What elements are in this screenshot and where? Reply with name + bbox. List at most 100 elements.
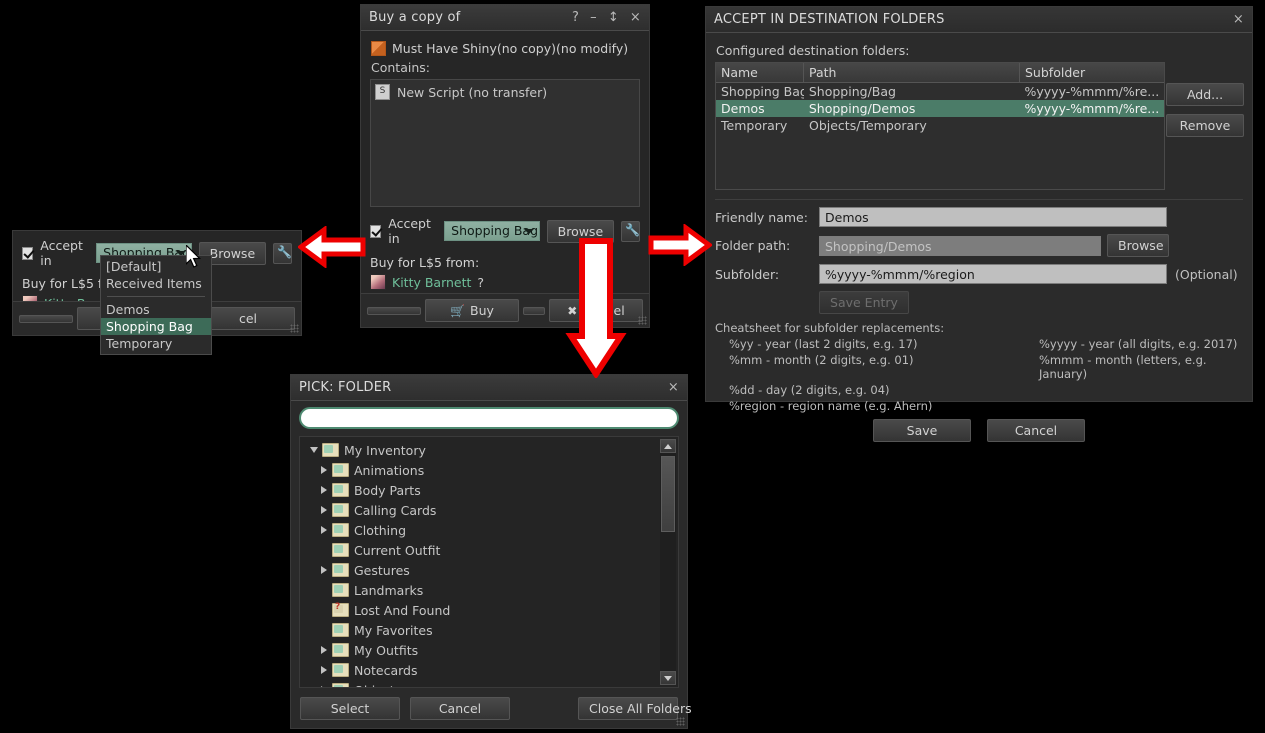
- save-entry-button[interactable]: Save Entry: [819, 291, 909, 314]
- subfolder-field[interactable]: %yyyy-%mmm/%region: [819, 264, 1167, 284]
- contains-label: Contains:: [371, 60, 430, 75]
- close-icon[interactable]: ×: [1233, 13, 1244, 26]
- tree-item-label: Lost And Found: [354, 602, 451, 618]
- table-header: Name Path Subfolder: [716, 63, 1164, 83]
- cancel-button[interactable]: cel: [201, 307, 295, 330]
- expander-right-icon[interactable]: [316, 466, 332, 474]
- cell-subfolder: %yyyy-%mmm/%re...: [1024, 101, 1160, 116]
- scroll-thumb[interactable]: [661, 456, 675, 532]
- cell-path: Shopping/Demos: [808, 101, 916, 116]
- tree-item-my-inventory[interactable]: My Inventory: [304, 440, 678, 460]
- tree-item-label: Calling Cards: [354, 502, 437, 518]
- arrow-down-annotation: [563, 236, 629, 382]
- dropdown-item-shopping-bag[interactable]: Shopping Bag: [101, 318, 211, 335]
- contents-list[interactable]: S New Script (no transfer): [370, 79, 640, 207]
- tree-item-label: Animations: [354, 462, 425, 478]
- save-button[interactable]: Save: [873, 419, 971, 442]
- accept-in-checkbox[interactable]: [370, 224, 382, 238]
- minimize-icon[interactable]: –: [590, 11, 597, 24]
- dropdown-item-demos[interactable]: Demos: [101, 301, 211, 318]
- cheatsheet: Cheatsheet for subfolder replacements: %…: [715, 321, 1243, 413]
- destination-folder-combo[interactable]: Shopping Bag: [444, 221, 540, 241]
- tree-item-current-outfit[interactable]: Current Outfit: [304, 540, 678, 560]
- search-input[interactable]: [299, 407, 679, 429]
- expander-right-icon[interactable]: [316, 666, 332, 674]
- search-row: [291, 401, 687, 433]
- dest-panel-titlebar[interactable]: ACCEPT IN DESTINATION FOLDERS ×: [706, 7, 1252, 33]
- object-row: Must Have Shiny(no copy)(no modify): [371, 41, 640, 56]
- cheatsheet-item: %mmm - month (letters, e.g. January): [1039, 353, 1207, 381]
- tree-item-calling-cards[interactable]: Calling Cards: [304, 500, 678, 520]
- list-item[interactable]: S New Script (no transfer): [375, 84, 635, 100]
- close-all-folders-button[interactable]: Close All Folders: [578, 697, 692, 720]
- expander-right-icon[interactable]: [316, 566, 332, 574]
- expander-right-icon[interactable]: [316, 526, 332, 534]
- folder-path-field[interactable]: Shopping/Demos: [819, 235, 1101, 256]
- destination-folders-table[interactable]: Name Path Subfolder Shopping Bag Shoppin…: [715, 62, 1165, 190]
- remove-button[interactable]: Remove: [1166, 114, 1244, 137]
- folder-icon: [332, 503, 349, 517]
- cancel-button[interactable]: Cancel: [987, 419, 1085, 442]
- triangle-down-icon: [664, 675, 672, 681]
- cell-name: Temporary: [721, 118, 788, 133]
- divider: [715, 199, 1243, 200]
- object-box-icon: [371, 41, 386, 56]
- scroll-up-button[interactable]: [660, 439, 676, 453]
- table-row[interactable]: Temporary Objects/Temporary: [716, 117, 1164, 134]
- inventory-tree[interactable]: My Inventory Animations Body Parts Calli…: [299, 436, 679, 688]
- tree-item-my-favorites[interactable]: My Favorites: [304, 620, 678, 640]
- close-icon[interactable]: ×: [668, 381, 679, 394]
- expander-right-icon[interactable]: [316, 506, 332, 514]
- tree-item-label: Landmarks: [354, 582, 424, 598]
- help-icon[interactable]: ?: [572, 11, 579, 24]
- resize-grip[interactable]: [638, 316, 647, 325]
- tree-item-landmarks[interactable]: Landmarks: [304, 580, 678, 600]
- buy-dialog-titlebar[interactable]: Buy a copy of ? – ↕ ×: [361, 5, 649, 31]
- subfolder-label: Subfolder:: [715, 266, 780, 282]
- resize-grip[interactable]: [676, 717, 685, 726]
- dropdown-separator: [107, 296, 205, 297]
- avatar: [370, 274, 386, 290]
- cheatsheet-grid: %yy - year (last 2 digits, e.g. 17) %yyy…: [715, 337, 1243, 413]
- screen: Buy a copy of ? – ↕ × Must Have Shiny(no…: [0, 0, 1265, 733]
- tree-item-animations[interactable]: Animations: [304, 460, 678, 480]
- expander-right-icon[interactable]: [316, 486, 332, 494]
- pick-folder-title: PICK: FOLDER: [299, 380, 392, 395]
- wrench-icon[interactable]: [273, 242, 292, 264]
- column-header-subfolder[interactable]: Subfolder: [1020, 63, 1164, 82]
- scroll-down-button[interactable]: [660, 671, 676, 685]
- chevron-down-icon: [523, 229, 534, 234]
- resize-grip[interactable]: [290, 324, 299, 333]
- cell-name: Shopping Bag: [721, 84, 804, 99]
- cheatsheet-item: %yy - year (last 2 digits, e.g. 17): [729, 337, 918, 351]
- tree-item-lost-and-found[interactable]: Lost And Found: [304, 600, 678, 620]
- dropdown-item-received-items[interactable]: Received Items: [101, 275, 211, 292]
- tree-item-notecards[interactable]: Notecards: [304, 660, 678, 680]
- close-icon[interactable]: ×: [630, 11, 641, 24]
- folder-path-row: Folder path: Shopping/Demos Browse: [715, 234, 1243, 257]
- column-header-path[interactable]: Path: [804, 63, 1020, 82]
- dropdown-item-temporary[interactable]: Temporary: [101, 335, 211, 352]
- table-row[interactable]: Shopping Bag Shopping/Bag %yyyy-%mmm/%re…: [716, 83, 1164, 100]
- expander-down-icon[interactable]: [306, 447, 322, 453]
- cell-subfolder: [1020, 118, 1164, 133]
- tree-item-clothing[interactable]: Clothing: [304, 520, 678, 540]
- tree-item-body-parts[interactable]: Body Parts: [304, 480, 678, 500]
- friendly-name-field[interactable]: Demos: [819, 207, 1167, 227]
- column-header-name[interactable]: Name: [716, 63, 804, 82]
- resize-icon[interactable]: ↕: [608, 11, 619, 24]
- add-button[interactable]: Add...: [1166, 83, 1244, 106]
- expander-right-icon[interactable]: [316, 646, 332, 654]
- table-row[interactable]: Demos Shopping/Demos %yyyy-%mmm/%re...: [716, 100, 1164, 117]
- folder-path-browse-button[interactable]: Browse: [1107, 234, 1169, 257]
- tree-scrollbar[interactable]: [660, 439, 676, 685]
- select-button[interactable]: Select: [300, 697, 400, 720]
- cancel-button[interactable]: Cancel: [410, 697, 510, 720]
- tree-item-objects[interactable]: Objects: [304, 680, 678, 687]
- tree-item-my-outfits[interactable]: My Outfits: [304, 640, 678, 660]
- seller-name[interactable]: Kitty Barnett: [392, 275, 471, 290]
- expander-right-icon[interactable]: [316, 686, 332, 687]
- accept-in-checkbox[interactable]: [22, 246, 34, 260]
- buy-button[interactable]: 🛒 Buy: [425, 299, 519, 322]
- tree-item-gestures[interactable]: Gestures: [304, 560, 678, 580]
